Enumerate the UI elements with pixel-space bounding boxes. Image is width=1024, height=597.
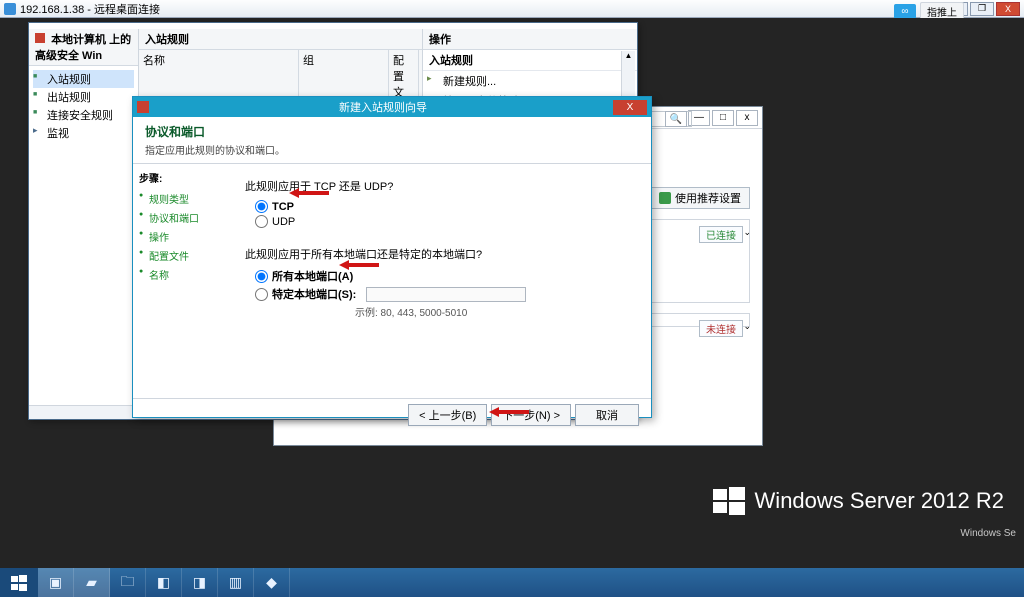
radio-udp-label: UDP (272, 216, 295, 228)
nav-tree[interactable]: 入站规则 出站规则 连接安全规则 监视 (29, 66, 138, 419)
step-name[interactable]: 名称 (139, 265, 225, 284)
wizard-titlebar[interactable]: 新建入站规则向导 X (133, 97, 651, 117)
wizard-heading: 协议和端口 (145, 123, 639, 140)
wizard-main-panel: 此规则应用于 TCP 还是 UDP? TCP UDP 此规则应用于所有本地端口还… (231, 164, 651, 398)
search-icon: 🔍 (665, 111, 687, 127)
brand-text: Windows Server 2012 R2 (755, 488, 1004, 514)
rdp-title-text: 192.168.1.38 - 远程桌面连接 (20, 1, 160, 17)
windows-logo-icon (11, 575, 27, 591)
actions-header: 操作 (423, 29, 637, 50)
rules-section-header: 入站规则 (139, 29, 422, 50)
notconnected-badge: 未连接 (699, 320, 743, 337)
rdp-maximize-button[interactable]: ❐ (970, 2, 994, 16)
action-item[interactable]: 新建规则... (423, 71, 637, 91)
firewall-icon (35, 33, 45, 43)
wizard-subheader: 协议和端口 指定应用此规则的协议和端口。 (133, 117, 651, 164)
taskbar-powershell[interactable]: ▰ (74, 568, 110, 597)
taskbar-app-3[interactable]: ▥ (218, 568, 254, 597)
use-recommended-button[interactable]: 使用推荐设置 (650, 187, 750, 209)
start-button[interactable] (0, 568, 38, 597)
chevron-down-icon[interactable]: ⌄ (743, 321, 751, 332)
step-protocol-ports[interactable]: 协议和端口 (139, 208, 225, 227)
radio-specific-ports-label: 特定本地端口(S): (272, 286, 356, 302)
chevron-down-icon[interactable]: ⌄ (743, 227, 751, 238)
radio-all-ports[interactable]: 所有本地端口(A) (255, 268, 637, 284)
new-inbound-rule-wizard[interactable]: 新建入站规则向导 X 协议和端口 指定应用此规则的协议和端口。 步骤: 规则类型… (132, 96, 652, 418)
radio-specific-ports[interactable]: 特定本地端口(S): (255, 286, 637, 302)
shield-icon (659, 192, 671, 204)
taskbar-explorer[interactable]: 🗀 (110, 568, 146, 597)
cancel-button[interactable]: 取消 (575, 404, 639, 426)
specific-ports-input[interactable] (366, 287, 526, 302)
radio-tcp-label: TCP (272, 201, 294, 213)
radio-tcp[interactable]: TCP (255, 200, 637, 213)
wizard-steps-label: 步骤: (139, 170, 225, 185)
remote-desktop-area: 搜索控制面板 🔍 — □ x 使用推荐设置 已连接 ⌄ 许列表中的应用的连接 新… (0, 18, 1024, 569)
taskbar-server-manager[interactable]: ▣ (38, 568, 74, 597)
windows-server-brand: Windows Server 2012 R2 (713, 485, 1004, 517)
tree-header: 本地计算机 上的高级安全 Win (29, 29, 138, 66)
cp-maximize-button[interactable]: □ (712, 110, 734, 126)
rdp-close-button[interactable]: X (996, 2, 1020, 16)
ports-example: 示例: 80, 443, 5000-5010 (355, 304, 637, 319)
windows-logo-icon (713, 485, 745, 517)
taskbar-app-1[interactable]: ◧ (146, 568, 182, 597)
tree-node-inbound[interactable]: 入站规则 (33, 70, 134, 88)
tree-node-monitor[interactable]: 监视 (33, 124, 134, 142)
step-profile[interactable]: 配置文件 (139, 246, 225, 265)
next-button[interactable]: 下一步(N) > (491, 404, 571, 426)
wizard-title-text: 新建入站规则向导 (153, 99, 613, 115)
taskbar-app-2[interactable]: ◨ (182, 568, 218, 597)
wizard-steps-nav: 步骤: 规则类型 协议和端口 操作 配置文件 名称 (133, 164, 231, 398)
scroll-up-icon[interactable]: ▲ (622, 51, 635, 65)
wizard-close-button[interactable]: X (613, 100, 647, 115)
radio-all-ports-label: 所有本地端口(A) (272, 268, 353, 284)
radio-udp-input[interactable] (255, 215, 268, 228)
radio-udp[interactable]: UDP (255, 215, 637, 228)
step-rule-type[interactable]: 规则类型 (139, 189, 225, 208)
brand-subtext: Windows Se (960, 528, 1016, 539)
wizard-footer: < 上一步(B) 下一步(N) > 取消 (133, 398, 651, 430)
radio-specific-ports-input[interactable] (255, 288, 268, 301)
wizard-desc: 指定应用此规则的协议和端口。 (145, 142, 639, 157)
rdp-icon (4, 3, 16, 15)
radio-tcp-input[interactable] (255, 200, 268, 213)
question-tcp-udp: 此规则应用于 TCP 还是 UDP? (245, 178, 637, 194)
step-action[interactable]: 操作 (139, 227, 225, 246)
connected-badge: 已连接 (699, 226, 743, 243)
tree-node-outbound[interactable]: 出站规则 (33, 88, 134, 106)
taskbar-app-4[interactable]: ◆ (254, 568, 290, 597)
question-ports: 此规则应用于所有本地端口还是特定的本地端口? (245, 246, 637, 262)
use-recommended-label: 使用推荐设置 (675, 190, 741, 206)
tree-header-text: 本地计算机 上的高级安全 Win (35, 34, 131, 62)
rdp-title-bar: 192.168.1.38 - 远程桌面连接 — ❐ X (0, 0, 1024, 18)
actions-section: 入站规则 (423, 50, 637, 71)
tree-node-connsec[interactable]: 连接安全规则 (33, 106, 134, 124)
cp-close-button[interactable]: x (736, 110, 758, 126)
radio-all-ports-input[interactable] (255, 270, 268, 283)
back-button[interactable]: < 上一步(B) (408, 404, 487, 426)
taskbar[interactable]: ▣ ▰ 🗀 ◧ ◨ ▥ ◆ (0, 568, 1024, 597)
firewall-icon (137, 101, 149, 113)
